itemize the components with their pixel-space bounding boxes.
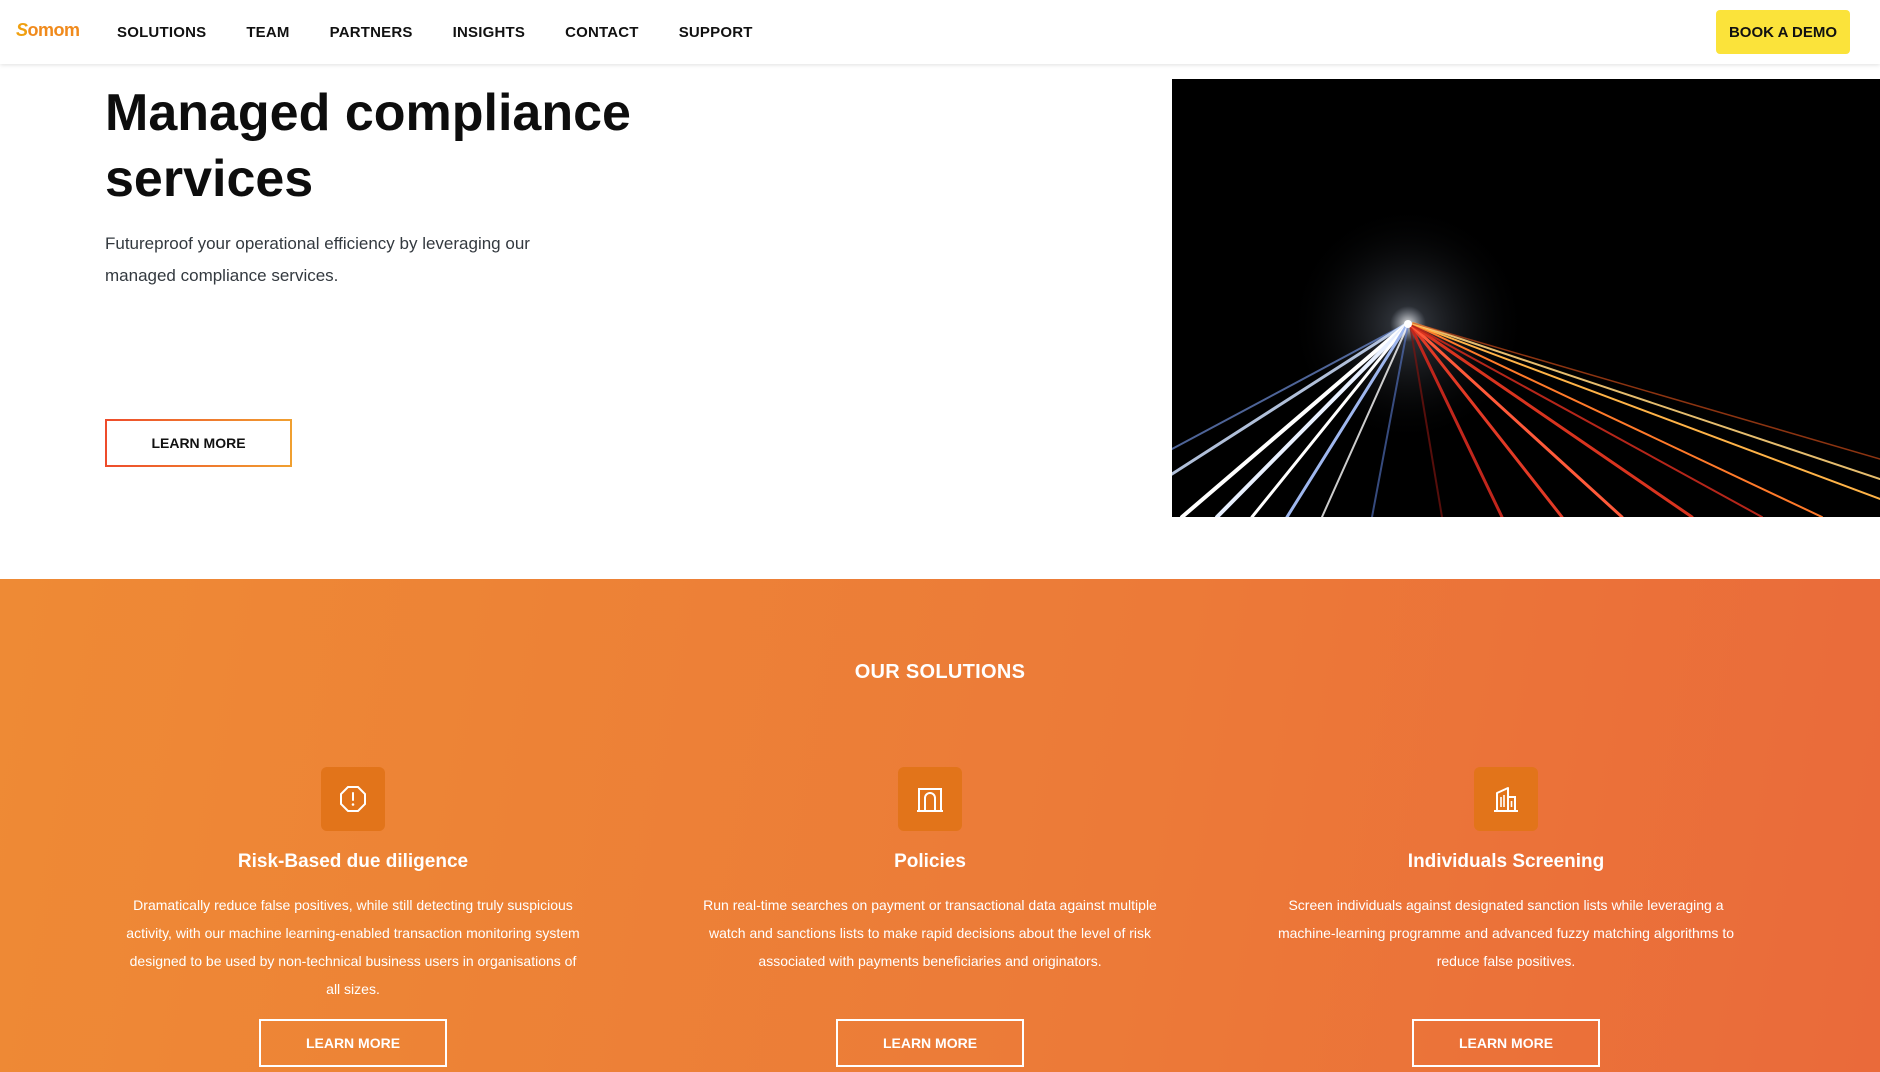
solution-description-line: Dramatically reduce false positives, whi… — [133, 897, 573, 913]
solution-title: Individuals Screening — [1407, 851, 1605, 872]
door-icon — [917, 788, 943, 812]
solution-card-individuals: Individuals Screening Screen individuals… — [1246, 767, 1766, 1067]
logo[interactable]: Somom — [16, 20, 80, 41]
solution-description-line: Screen individuals against designated sa… — [1288, 897, 1724, 913]
solution-icon-box — [898, 767, 962, 831]
solution-card-risk: Risk-Based due diligence Dramatically re… — [93, 767, 613, 1067]
logo-text: omom — [27, 20, 81, 40]
solution-description-line: reduce false positives. — [1436, 953, 1576, 969]
solution-description-line: associated with payments beneficiaries a… — [758, 953, 1102, 969]
hero-title-line-2: services — [105, 150, 314, 208]
nav-solutions[interactable]: SOLUTIONS — [117, 24, 206, 41]
solution-description-line: designed to be used by non-technical bus… — [129, 953, 577, 969]
hero-image-light-trails — [1172, 79, 1880, 517]
nav-insights[interactable]: INSIGHTS — [453, 24, 525, 41]
solution-icon-box — [1474, 767, 1538, 831]
main-nav: SOLUTIONS TEAM PARTNERS INSIGHTS CONTACT… — [117, 0, 793, 64]
solution-learn-more-button[interactable]: LEARN MORE — [259, 1019, 447, 1067]
light-trails-graphic — [1172, 79, 1880, 517]
nav-contact[interactable]: CONTACT — [565, 24, 639, 41]
solution-card-policies: Policies Run real-time searches on payme… — [670, 767, 1190, 1067]
book-demo-button[interactable]: BOOK A DEMO — [1716, 10, 1850, 54]
solution-description-line: machine-learning programme and advanced … — [1277, 925, 1734, 941]
solution-description: Screen individuals against designated sa… — [1246, 891, 1766, 975]
nav-support[interactable]: SUPPORT — [679, 24, 753, 41]
nav-team[interactable]: TEAM — [246, 24, 289, 41]
solution-learn-more-button[interactable]: LEARN MORE — [836, 1019, 1024, 1067]
nav-partners[interactable]: PARTNERS — [330, 24, 413, 41]
hero-subtitle-line-1: Futureproof your operational efficiency … — [105, 234, 530, 253]
logo-mark: S — [16, 20, 28, 40]
hero-title-line-1: Managed compliance — [105, 84, 631, 142]
hero-subtitle: Futureproof your operational efficiency … — [105, 228, 565, 292]
solution-description: Run real-time searches on payment or tra… — [670, 891, 1190, 975]
alert-octagon-icon — [340, 786, 366, 812]
solutions-heading: OUR SOLUTIONS — [854, 661, 1026, 683]
hero-title: Managed compliance services — [105, 80, 665, 212]
solution-description-line: activity, with our machine learning-enab… — [126, 925, 580, 941]
site-header: Somom SOLUTIONS TEAM PARTNERS INSIGHTS C… — [0, 0, 1880, 64]
solution-description: Dramatically reduce false positives, whi… — [93, 891, 613, 1003]
hero-subtitle-line-2: managed compliance services. — [105, 266, 339, 285]
solution-title: Policies — [894, 851, 966, 872]
solution-description-line: Run real-time searches on payment or tra… — [703, 897, 1157, 913]
solutions-section: OUR SOLUTIONS Risk-Based due diligence D… — [0, 579, 1880, 1072]
solution-title: Risk-Based due diligence — [237, 851, 469, 872]
solution-description-line: watch and sanctions lists to make rapid … — [708, 925, 1151, 941]
solution-learn-more-button[interactable]: LEARN MORE — [1412, 1019, 1600, 1067]
building-icon — [1494, 787, 1518, 812]
solution-icon-box — [321, 767, 385, 831]
hero-learn-more-button[interactable]: LEARN MORE — [105, 419, 292, 467]
solution-description-line: all sizes. — [326, 981, 380, 997]
